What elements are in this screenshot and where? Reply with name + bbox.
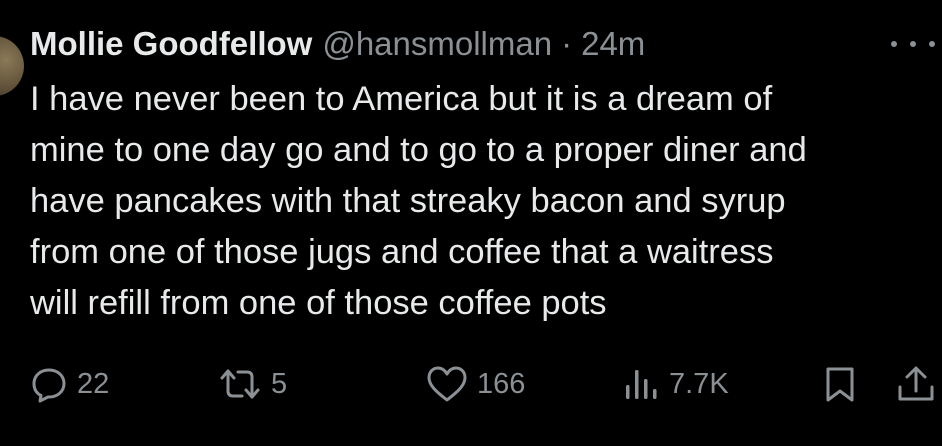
views-count: 7.7K bbox=[669, 367, 729, 400]
views-icon bbox=[626, 370, 657, 399]
repost-icon bbox=[220, 369, 260, 399]
bookmark-button[interactable] bbox=[822, 360, 858, 408]
tweet-timestamp[interactable]: 24m bbox=[581, 22, 645, 66]
avatar[interactable] bbox=[0, 36, 24, 96]
tweet-text-line: mine to one day go and to go to a proper… bbox=[30, 131, 807, 169]
more-dot bbox=[891, 41, 897, 47]
author-handle[interactable]: @hansmollman bbox=[322, 22, 552, 66]
tweet-header: Mollie Goodfellow @hansmollman · 24m bbox=[30, 22, 645, 66]
tweet-text: I have never been to America but it is a… bbox=[30, 74, 930, 329]
tweet-text-line: from one of those jugs and coffee that a… bbox=[30, 233, 774, 271]
reply-icon bbox=[32, 368, 66, 403]
tweet-text-line: have pancakes with that streaky bacon an… bbox=[30, 182, 786, 220]
share-icon bbox=[898, 366, 934, 401]
header-separator: · bbox=[561, 25, 573, 62]
more-dot bbox=[910, 41, 916, 47]
like-button[interactable]: 166 bbox=[426, 360, 525, 408]
reply-button[interactable]: 22 bbox=[30, 360, 109, 408]
tweet-text-line: I have never been to America but it is a… bbox=[30, 80, 773, 118]
author-name[interactable]: Mollie Goodfellow bbox=[30, 22, 312, 66]
reply-count: 22 bbox=[77, 367, 110, 400]
repost-button[interactable]: 5 bbox=[218, 360, 287, 408]
bookmark-icon bbox=[826, 367, 854, 402]
share-button[interactable] bbox=[896, 360, 936, 408]
like-count: 166 bbox=[477, 367, 526, 400]
more-dot bbox=[929, 41, 935, 47]
heart-icon bbox=[427, 366, 467, 402]
tweet-text-line: will refill from one of those coffee pot… bbox=[30, 284, 607, 322]
repost-count: 5 bbox=[271, 367, 288, 400]
more-horizontal-icon[interactable] bbox=[891, 32, 935, 56]
views-button[interactable]: 7.7K bbox=[624, 360, 729, 408]
